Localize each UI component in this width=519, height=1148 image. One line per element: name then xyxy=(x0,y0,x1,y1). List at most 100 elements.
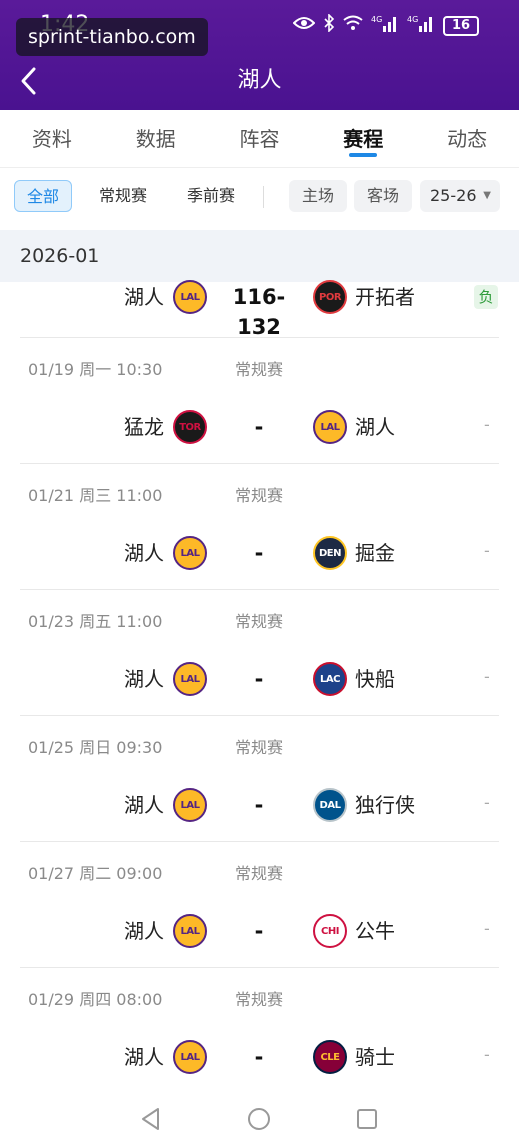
away-team-logo-text: CLE xyxy=(320,1051,340,1063)
game-date: 01/19 周一 10:30 xyxy=(28,360,163,379)
game-date: 01/27 周二 09:00 xyxy=(28,864,163,883)
home-team-logo-text: LAL xyxy=(180,1051,200,1063)
away-team-logo: LAC xyxy=(313,662,347,696)
home-team-name: 湖人 xyxy=(124,1045,164,1069)
game-score: - xyxy=(254,793,264,817)
home-team-name: 湖人 xyxy=(124,541,164,565)
home-team-logo-text: TOR xyxy=(179,421,201,433)
home-team-name: 猛龙 xyxy=(124,415,164,439)
game-row[interactable]: 01/29 周四 08:00 常规赛 湖人 LAL - CLE 骑士 - xyxy=(0,968,519,1094)
filter-all[interactable]: 全部 xyxy=(14,180,72,212)
game-type: 常规赛 xyxy=(235,360,284,379)
game-row[interactable]: 01/27 周二 09:00 常规赛湖人 LAL - CHI 公牛 - xyxy=(0,842,519,968)
result-placeholder: - xyxy=(484,1045,490,1064)
home-team-name: 湖人 xyxy=(124,793,164,817)
tab-roster[interactable]: 阵容 xyxy=(208,110,312,167)
away-team-logo: LAL xyxy=(313,410,347,444)
away-team-logo-text: POR xyxy=(318,291,342,303)
game-date: 01/29 周四 08:00 xyxy=(28,990,163,1009)
home-team-logo: LAL xyxy=(173,1040,207,1074)
away-team-logo-text: DAL xyxy=(319,799,341,811)
home-team-logo-text: LAL xyxy=(180,799,200,811)
home-team-logo: LAL xyxy=(173,662,207,696)
season-value: 25-26 xyxy=(430,186,477,205)
away-team-name: 独行侠 xyxy=(355,793,415,817)
home-team-logo: LAL xyxy=(173,280,207,314)
game-row[interactable]: 01/25 周日 09:30 常规赛湖人 LAL - DAL 独行侠 - xyxy=(0,716,519,842)
signal-label-2: 4G xyxy=(407,15,418,24)
result-placeholder: - xyxy=(484,793,490,812)
result-placeholder: - xyxy=(484,541,490,560)
home-team-name: 湖人 xyxy=(124,285,164,309)
season-select[interactable]: 25-26 ▼ xyxy=(420,180,500,212)
page-title: 湖人 xyxy=(237,68,282,93)
away-team-logo: DAL xyxy=(313,788,347,822)
signal-icon-2: 4G xyxy=(407,14,435,37)
circle-home-icon xyxy=(248,1108,270,1130)
signal-icon: 4G xyxy=(371,14,399,37)
battery-icon: 16 xyxy=(443,15,479,36)
away-team-logo: CHI xyxy=(313,914,347,948)
tab-profile[interactable]: 资料 xyxy=(0,110,104,167)
signal-label-1: 4G xyxy=(371,15,382,24)
square-recents-icon xyxy=(357,1109,377,1129)
game-row[interactable]: 01/23 周五 11:00 常规赛 湖人 LAL - LAC 快船 - xyxy=(0,590,519,716)
nav-recents-button[interactable] xyxy=(354,1106,380,1132)
away-team-logo: CLE xyxy=(313,1040,347,1074)
result-badge: 负 xyxy=(474,285,498,309)
nav-back-button[interactable] xyxy=(138,1106,164,1132)
away-team-name: 骑士 xyxy=(355,1045,395,1069)
game-score: - xyxy=(254,667,264,691)
game-type: 常规赛 xyxy=(235,738,284,757)
home-team-name: 湖人 xyxy=(124,919,164,943)
result-placeholder: - xyxy=(484,919,490,938)
game-row[interactable]: 01/19 周一 10:30 常规赛猛龙 TOR - LAL 湖人 - xyxy=(0,338,519,464)
home-team-logo-text: LAL xyxy=(180,925,200,937)
away-team-logo-text: LAL xyxy=(320,421,340,433)
away-team-logo-text: CHI xyxy=(321,925,339,937)
tab-news[interactable]: 动态 xyxy=(415,110,519,167)
game-date: 01/21 周三 11:00 xyxy=(28,486,163,505)
away-team-logo-text: DEN xyxy=(318,547,342,559)
game-score: - xyxy=(254,919,264,943)
away-team-logo: DEN xyxy=(313,536,347,570)
tab-stats[interactable]: 数据 xyxy=(104,110,208,167)
away-team-name: 快船 xyxy=(355,667,395,691)
game-type: 常规赛 xyxy=(235,864,284,883)
status-icons: 4G 4G 16 xyxy=(292,13,479,37)
nav-home-button[interactable] xyxy=(246,1106,272,1132)
watermark: sprint-tianbo.com xyxy=(16,18,208,56)
game-row[interactable]: 01/21 周三 11:00 常规赛湖人 LAL - DEN 掘金 - xyxy=(0,464,519,590)
home-team-logo: LAL xyxy=(173,914,207,948)
away-team-name: 公牛 xyxy=(355,919,395,943)
app-header: 1:42 4G 4G 16 sprint-tianbo.com 湖人 xyxy=(0,0,519,110)
wifi-icon xyxy=(343,15,363,36)
filter-divider xyxy=(263,186,264,208)
filter-away[interactable]: 客场 xyxy=(354,180,412,212)
filter-regular-season[interactable]: 常规赛 xyxy=(88,180,158,212)
game-type: 常规赛 xyxy=(235,486,284,505)
home-team-logo: TOR xyxy=(173,410,207,444)
game-date: 01/23 周五 11:00 xyxy=(28,612,163,631)
away-team-name: 湖人 xyxy=(355,415,395,439)
away-team-logo: POR xyxy=(313,280,347,314)
filter-home[interactable]: 主场 xyxy=(289,180,347,212)
status-bar: 1:42 4G 4G 16 sprint-tianbo.com xyxy=(0,0,519,56)
result-placeholder: - xyxy=(484,415,490,434)
eye-icon xyxy=(292,15,316,36)
home-team-logo: LAL xyxy=(173,536,207,570)
tab-schedule[interactable]: 赛程 xyxy=(311,110,415,167)
game-type: 常规赛 xyxy=(235,990,284,1009)
away-team-name: 掘金 xyxy=(355,541,395,565)
triangle-back-icon xyxy=(142,1108,159,1130)
filter-preseason[interactable]: 季前赛 xyxy=(176,180,246,212)
game-score: - xyxy=(254,415,264,439)
home-team-logo-text: LAL xyxy=(180,673,200,685)
caret-down-icon: ▼ xyxy=(483,190,491,201)
system-nav-bar xyxy=(0,1090,519,1148)
game-type: 常规赛 xyxy=(235,612,284,631)
game-row[interactable]: 湖人 LAL 116-132 POR 开拓者 负 xyxy=(0,280,519,339)
game-score: - xyxy=(254,541,264,565)
home-team-logo-text: LAL xyxy=(180,291,200,303)
game-date: 01/25 周日 09:30 xyxy=(28,738,163,757)
